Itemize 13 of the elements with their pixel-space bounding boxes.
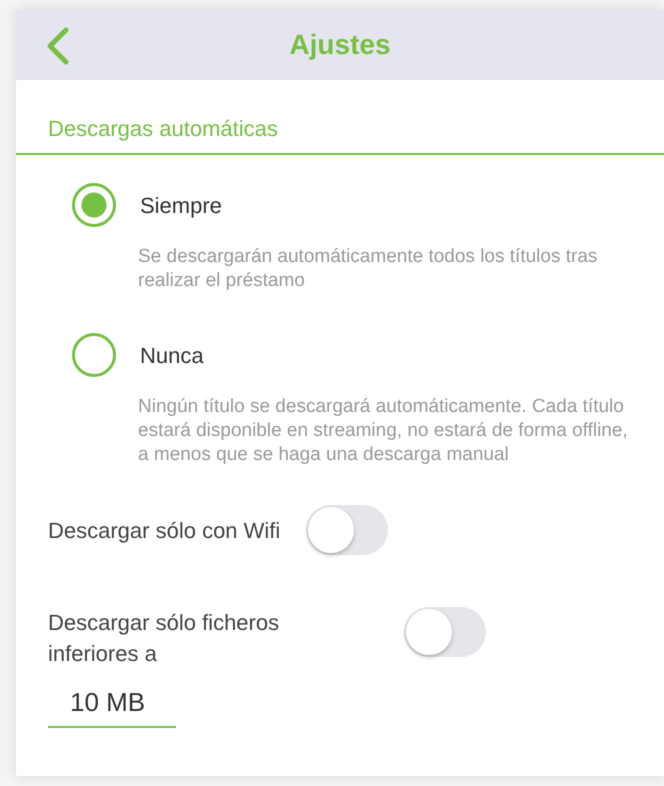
radio-button[interactable]	[72, 333, 116, 377]
toggle-label: Descargar sólo ficheros inferiores a	[48, 609, 280, 668]
toggle-label: Descargar sólo con Wifi	[48, 516, 280, 545]
option-description: Se descargarán automáticamente todos los títulos tras realizar el préstamo	[138, 245, 598, 293]
toggle-switch[interactable]	[306, 505, 388, 555]
option-label: Nunca	[140, 342, 204, 370]
section-title: Descargas automáticas	[16, 80, 664, 155]
radio-button[interactable]	[72, 183, 116, 227]
page-title: Ajustes	[289, 28, 391, 62]
option-label: Siempre	[140, 192, 222, 220]
option-description: Ningún título se descargará automáticamente. Cada título estará disponible en streaming, no estará de forma offline, a menos que se haga una descarga manual	[138, 395, 629, 467]
size-field[interactable]: 10 MB	[48, 677, 176, 728]
toggle-switch[interactable]	[404, 607, 486, 657]
